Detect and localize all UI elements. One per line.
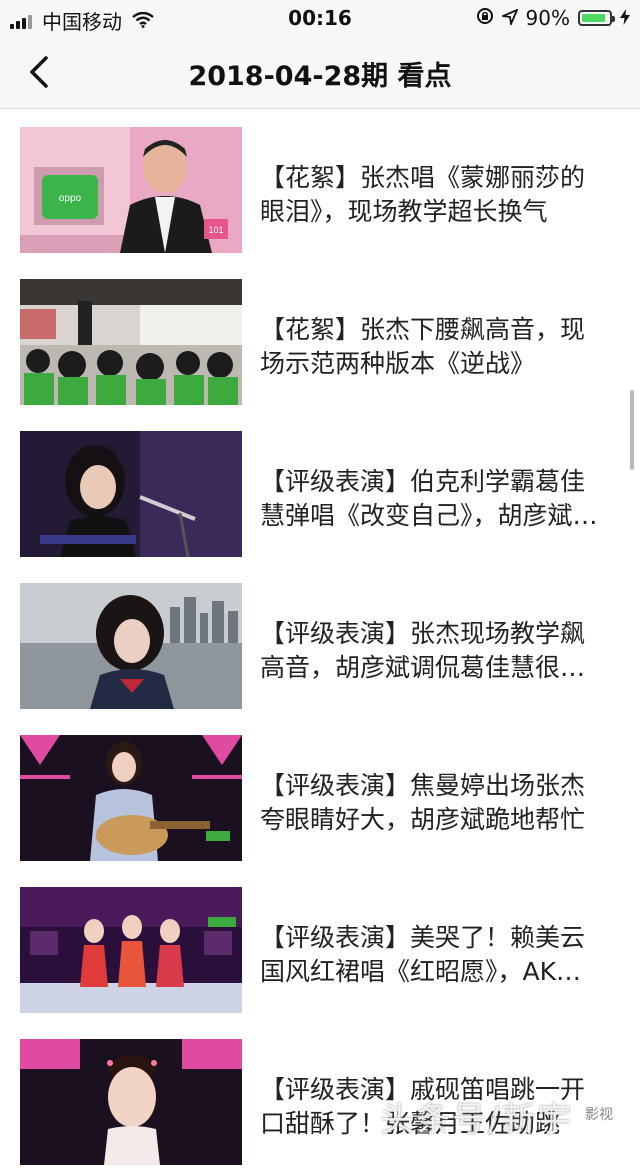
watermark-small: 影视 [585, 1107, 613, 1123]
list-item[interactable]: 【花絮】张杰下腰飙高音，现场示范两种版本《逆战》 [0, 261, 640, 413]
video-thumbnail[interactable] [20, 431, 242, 557]
status-right: 90% [468, 6, 630, 30]
video-thumbnail[interactable]: oppo 101 [20, 127, 242, 253]
video-title: 【评级表演】焦曼婷出场张杰夸眼睛好大，胡彦斌跪地帮忙 [260, 771, 586, 834]
svg-text:oppo: oppo [59, 193, 82, 204]
video-title: 【评级表演】伯克利学霸葛佳慧弹唱《改变自己》，胡彦斌调侃 [260, 467, 598, 530]
list-item[interactable]: 【评级表演】美哭了！赖美云国风红裙唱《红昭愿》，AK组合 [0, 869, 640, 1021]
video-thumbnail[interactable] [20, 583, 242, 709]
list-item[interactable]: oppo 101 【花絮】张杰唱《蒙娜丽莎的眼泪》，现场教学超长换气 [0, 109, 640, 261]
svg-text:101: 101 [208, 225, 223, 235]
page-title: 2018-04-28期 看点 [188, 61, 452, 92]
video-thumbnail[interactable] [20, 279, 242, 405]
video-title: 【评级表演】张杰现场教学飙高音，胡彦斌调侃葛佳慧很能唱 [260, 619, 586, 682]
list-item[interactable]: 【评级表演】伯克利学霸葛佳慧弹唱《改变自己》，胡彦斌调侃 [0, 413, 640, 565]
video-thumbnail[interactable] [20, 735, 242, 861]
scroll-indicator[interactable] [630, 390, 634, 470]
video-title: 【花絮】张杰唱《蒙娜丽莎的眼泪》，现场教学超长换气 [260, 163, 586, 226]
list-item[interactable]: 【评级表演】张杰现场教学飙高音，胡彦斌调侃葛佳慧很能唱 [0, 565, 640, 717]
video-title: 【花絮】张杰下腰飙高音，现场示范两种版本《逆战》 [260, 315, 586, 378]
list-item[interactable]: 【评级表演】焦曼婷出场张杰夸眼睛好大，胡彦斌跪地帮忙 [0, 717, 640, 869]
nav-bar: 2018-04-28期 看点 [0, 36, 640, 109]
battery-percent: 90% [525, 6, 570, 30]
watermark: 头条号/新宇 [380, 1100, 574, 1140]
charging-icon [620, 6, 630, 30]
location-icon [499, 6, 519, 30]
video-thumbnail[interactable] [20, 1039, 242, 1165]
battery-fill [582, 14, 606, 22]
video-thumbnail[interactable] [20, 887, 242, 1013]
status-bar: 中国移动 00:16 90% [0, 0, 640, 36]
rotation-lock-icon [476, 6, 494, 30]
video-title: 【评级表演】美哭了！赖美云国风红裙唱《红昭愿》，AK组合 [260, 923, 586, 986]
battery-icon [578, 10, 615, 26]
